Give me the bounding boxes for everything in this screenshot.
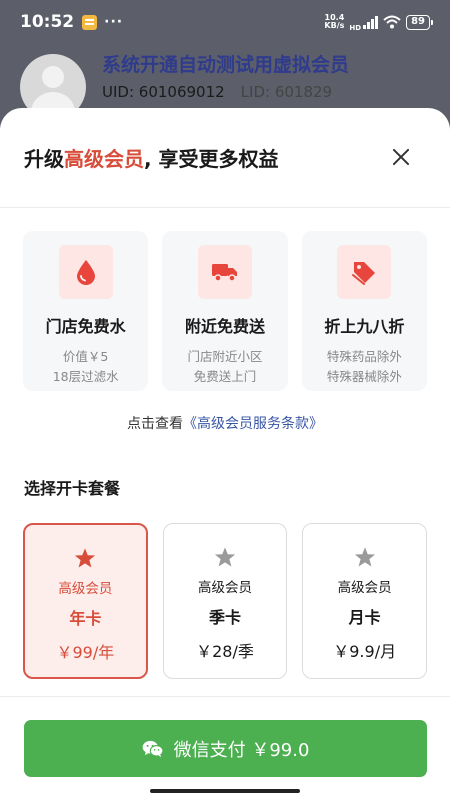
benefit-desc-line: 特殊药品除外 [326, 349, 402, 364]
plan-card-quarterly[interactable]: 高级会员 季卡 ￥28/季 [162, 523, 288, 679]
star-icon [214, 547, 236, 567]
benefit-title: 折上九八折 [324, 317, 405, 336]
benefit-desc: 门店附近小区 免费送上门 [187, 347, 262, 387]
sheet-title: 升级高级会员, 享受更多权益 [24, 143, 279, 172]
benefit-title: 附近免费送 [184, 317, 265, 336]
benefit-desc: 特殊药品除外 特殊器械除外 [327, 347, 402, 387]
battery-icon: 89 [406, 14, 433, 30]
benefit-desc-line: 门店附近小区 [187, 349, 263, 364]
benefit-card: 附近免费送 门店附近小区 免费送上门 [162, 231, 288, 391]
benefit-title: 门店免费水 [45, 317, 126, 336]
benefit-desc: 价值￥5 18层过滤水 [53, 347, 119, 387]
water-drop-icon [58, 245, 113, 299]
plan-name: 月卡 [348, 608, 381, 627]
benefit-card: 门店免费水 价值￥5 18层过滤水 [23, 231, 149, 391]
status-indicators: 10.4 KB/s HD 89 [324, 12, 433, 32]
plan-price: ￥99/年 [56, 643, 115, 662]
title-prefix: 升级 [24, 147, 64, 171]
title-suffix: , 享受更多权益 [144, 147, 279, 171]
terms-row: 点击查看《高级会员服务条款》 [0, 413, 450, 433]
plan-options: 高级会员 年卡 ￥99/年 高级会员 季卡 ￥28/季 高级会员 月卡 ￥9.9… [0, 499, 450, 679]
more-notifications-icon: ··· [104, 14, 124, 30]
hd-indicator: HD [349, 24, 362, 32]
plan-price: ￥9.9/月 [333, 642, 397, 661]
benefit-desc-line: 价值￥5 [62, 349, 109, 364]
plan-card-yearly[interactable]: 高级会员 年卡 ￥99/年 [23, 523, 148, 679]
tag-icon [337, 245, 392, 299]
plan-label: 高级会员 [58, 581, 113, 597]
plan-label: 高级会员 [337, 580, 392, 596]
benefits-list: 门店免费水 价值￥5 18层过滤水 附近免费送 门店附近小区 免费送上门 折上九… [0, 208, 450, 391]
title-highlight: 高级会员 [64, 147, 144, 171]
close-icon[interactable] [390, 146, 412, 168]
plan-name: 季卡 [209, 608, 242, 627]
pay-button-label: 微信支付 ￥99.0 [173, 739, 310, 761]
notification-app-icon [82, 14, 98, 30]
wifi-icon [383, 15, 401, 29]
benefit-desc-line: 免费送上门 [193, 369, 257, 384]
plan-section-title: 选择开卡套餐 [24, 479, 121, 498]
plan-name: 年卡 [69, 609, 102, 628]
divider [0, 696, 450, 697]
star-icon [75, 548, 96, 568]
benefit-card: 折上九八折 特殊药品除外 特殊器械除外 [301, 231, 427, 391]
plan-label: 高级会员 [198, 580, 252, 596]
network-speed: 10.4 KB/s [324, 14, 344, 30]
benefit-desc-line: 18层过滤水 [52, 369, 119, 384]
terms-link[interactable]: 《高级会员服务条款》 [183, 416, 323, 432]
network-speed-unit: KB/s [324, 21, 345, 30]
uid-text: UID: 601069012 [102, 83, 225, 101]
sheet-header: 升级高级会员, 享受更多权益 [0, 108, 450, 208]
home-indicator[interactable] [150, 789, 300, 793]
lid-text: LID: 601829 [240, 83, 333, 101]
status-time: 10:52 [20, 12, 75, 32]
plan-card-monthly[interactable]: 高级会员 月卡 ￥9.9/月 [302, 523, 428, 679]
terms-prefix: 点击查看 [127, 416, 183, 432]
upgrade-sheet: 升级高级会员, 享受更多权益 门店免费水 价值￥5 18层过滤水 附近免费送 门… [0, 108, 450, 800]
truck-icon [197, 245, 252, 299]
benefit-desc-line: 特殊器械除外 [326, 369, 402, 384]
star-icon [354, 547, 375, 567]
wechat-icon [142, 740, 164, 757]
wechat-pay-button[interactable]: 微信支付 ￥99.0 [24, 720, 427, 777]
status-bar: 10:52 ··· 10.4 KB/s HD 89 [0, 0, 450, 44]
plan-price: ￥28/季 [196, 642, 254, 661]
member-name: 系统开通自动测试用虚拟会员 [102, 54, 350, 76]
member-ids: UID: 601069012 LID: 601829 [102, 83, 332, 101]
signal-icon [363, 15, 379, 29]
